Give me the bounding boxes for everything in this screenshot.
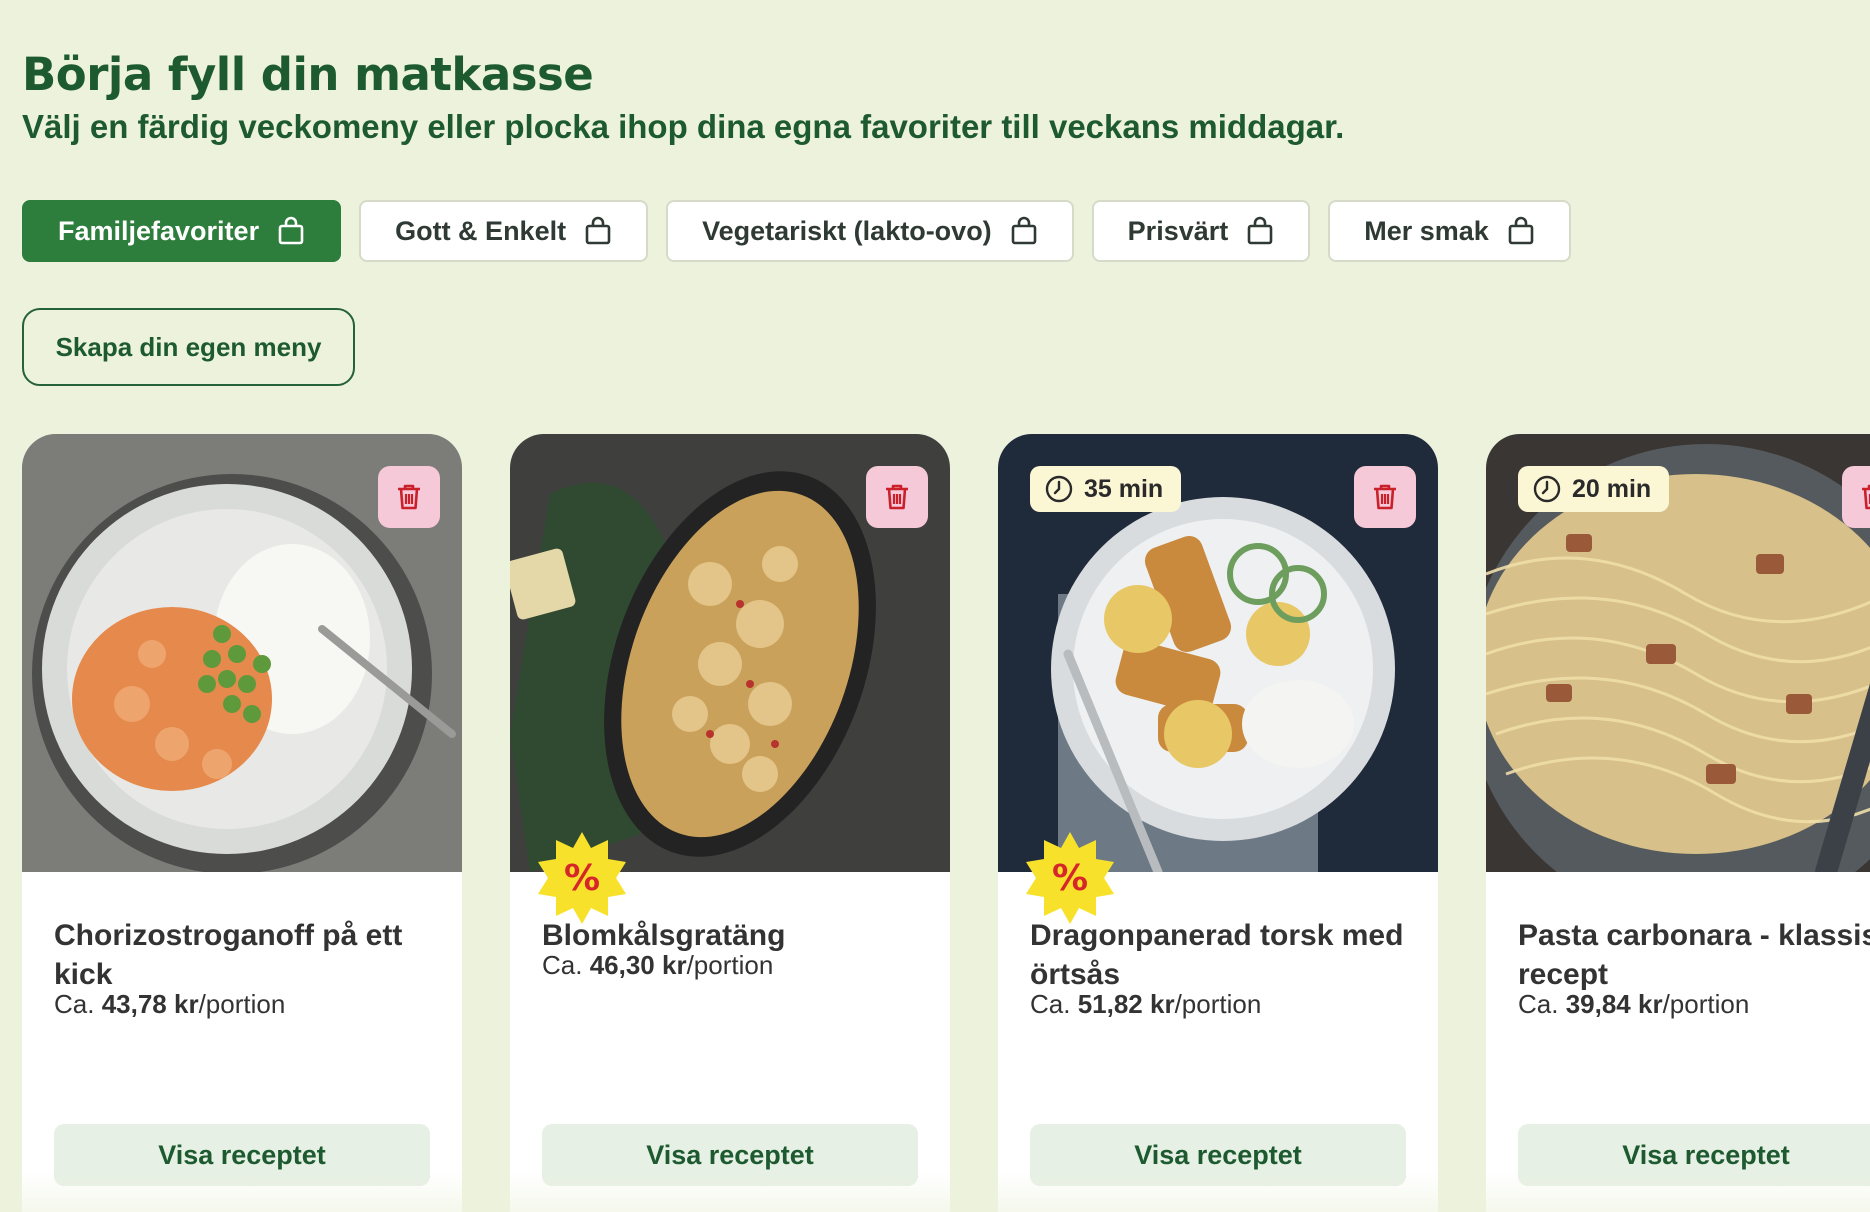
recipe-title[interactable]: Dragonpanerad torsk med örtsås xyxy=(1030,916,1420,994)
percent-icon: % xyxy=(1026,832,1114,924)
svg-text:%: % xyxy=(1052,858,1088,899)
tab-label: Mer smak xyxy=(1364,215,1489,246)
trash-icon xyxy=(1862,484,1870,510)
sale-badge: % xyxy=(1022,830,1118,926)
tab-vegetariskt[interactable]: Vegetariskt (lakto-ovo) xyxy=(666,200,1074,262)
trash-icon xyxy=(886,484,908,510)
menu-tabs: Familjefavoriter Gott & Enkelt Vegetaris… xyxy=(22,200,1571,262)
view-recipe-button[interactable]: Visa receptet xyxy=(1518,1124,1870,1186)
create-own-menu-button[interactable]: Skapa din egen meny xyxy=(22,308,355,386)
cooking-time-badge: 20 min xyxy=(1518,466,1670,512)
tab-label: Prisvärt xyxy=(1127,215,1229,246)
cooking-time-label: 35 min xyxy=(1084,474,1164,503)
recipe-card[interactable]: Chorizostroganoff på ett kick Ca. 43,78 … xyxy=(22,434,462,1212)
tab-prisvart[interactable]: Prisvärt xyxy=(1091,200,1311,262)
clock-icon xyxy=(1533,475,1561,503)
cooking-time-label: 20 min xyxy=(1572,474,1652,503)
view-recipe-button[interactable]: Visa receptet xyxy=(1030,1124,1406,1186)
percent-icon: % xyxy=(538,832,626,924)
tab-label: Vegetariskt (lakto-ovo) xyxy=(702,215,992,246)
tab-gott-och-enkelt[interactable]: Gott & Enkelt xyxy=(359,200,649,262)
shopping-bag-icon xyxy=(584,216,612,246)
cooking-time-badge: 35 min xyxy=(1030,466,1182,512)
recipe-title[interactable]: Chorizostroganoff på ett kick xyxy=(54,916,444,994)
remove-recipe-button[interactable] xyxy=(1842,466,1870,528)
view-recipe-button[interactable]: Visa receptet xyxy=(542,1124,918,1186)
remove-recipe-button[interactable] xyxy=(866,466,928,528)
recipe-card[interactable]: 20 min Pasta carbonara - klassiskt recep… xyxy=(1486,434,1870,1212)
recipe-page: Börja fyll din matkasse Välj en färdig v… xyxy=(22,0,1870,1212)
page-subtitle: Välj en färdig veckomeny eller plocka ih… xyxy=(22,108,1345,145)
trash-icon xyxy=(398,484,420,510)
shopping-bag-icon xyxy=(1246,216,1274,246)
tab-familjefavoriter[interactable]: Familjefavoriter xyxy=(22,200,342,262)
shopping-bag-icon xyxy=(1010,216,1038,246)
sale-badge: % xyxy=(534,830,630,926)
tab-label: Familjefavoriter xyxy=(58,215,260,246)
shopping-bag-icon xyxy=(277,216,305,246)
tab-label: Gott & Enkelt xyxy=(395,215,567,246)
recipe-price: Ca. 39,84 kr/portion xyxy=(1518,989,1750,1019)
recipe-price: Ca. 43,78 kr/portion xyxy=(54,989,286,1019)
remove-recipe-button[interactable] xyxy=(378,466,440,528)
remove-recipe-button[interactable] xyxy=(1354,466,1416,528)
recipe-card[interactable]: 35 min % Dragonpanerad torsk med örtsås … xyxy=(998,434,1438,1212)
svg-text:%: % xyxy=(564,858,600,899)
trash-icon xyxy=(1374,484,1396,510)
recipe-card[interactable]: % Blomkålsgratäng Ca. 46,30 kr/portion V… xyxy=(510,434,950,1212)
tab-mer-smak[interactable]: Mer smak xyxy=(1328,200,1571,262)
page-title: Börja fyll din matkasse xyxy=(22,48,594,101)
clock-icon xyxy=(1045,475,1073,503)
recipe-price: Ca. 46,30 kr/portion xyxy=(542,950,774,980)
recipe-title[interactable]: Pasta carbonara - klassiskt recept xyxy=(1518,916,1870,994)
recipe-price: Ca. 51,82 kr/portion xyxy=(1030,989,1262,1019)
view-recipe-button[interactable]: Visa receptet xyxy=(54,1124,430,1186)
shopping-bag-icon xyxy=(1507,216,1535,246)
